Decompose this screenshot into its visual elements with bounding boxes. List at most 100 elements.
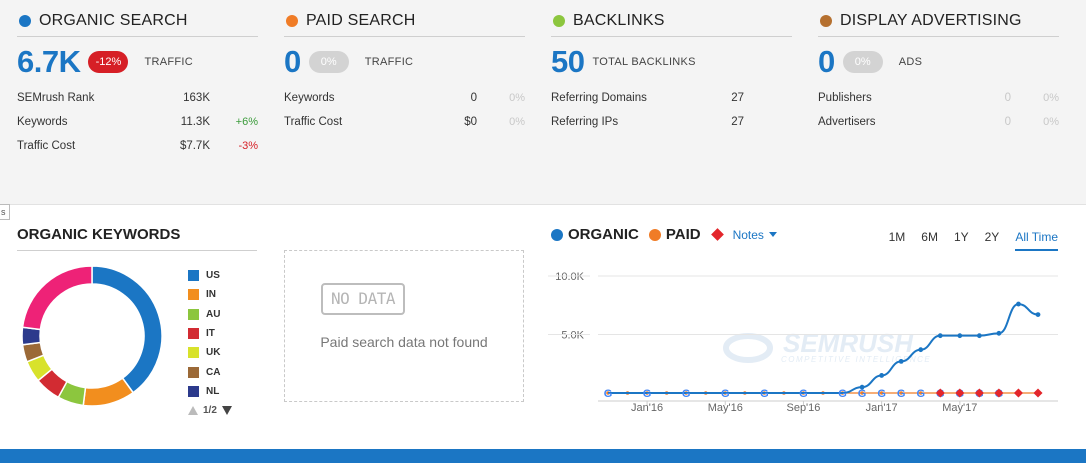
- panel-title[interactable]: PAID SEARCH: [306, 12, 415, 30]
- google-update-icon[interactable]: G: [799, 388, 808, 400]
- organic-point[interactable]: [1016, 301, 1021, 307]
- organic-point[interactable]: [976, 333, 982, 339]
- metric-label[interactable]: Referring IPs: [551, 110, 618, 134]
- google-update-icon[interactable]: G: [858, 388, 867, 400]
- section-divider: [17, 250, 257, 251]
- legend-item[interactable]: IN: [188, 285, 232, 304]
- metric-change: 0%: [509, 92, 525, 104]
- donut-slice[interactable]: [91, 265, 163, 394]
- google-update-icon[interactable]: G: [760, 388, 769, 400]
- metric-rows: Publishers 0 0% Advertisers 0 0%: [818, 86, 1059, 134]
- google-update-icon[interactable]: G: [604, 388, 613, 400]
- legend-label: IT: [206, 328, 215, 340]
- headline-label: TOTAL BACKLINKS: [592, 56, 696, 68]
- legend-item[interactable]: CA: [188, 362, 232, 381]
- panel-divider: [284, 36, 525, 37]
- trend-badge: 0%: [842, 51, 883, 73]
- metric-label[interactable]: Traffic Cost: [284, 110, 342, 134]
- legend-item[interactable]: AU: [188, 305, 232, 324]
- organic-point[interactable]: [879, 373, 885, 378]
- panel-headline: 6.7K -12% TRAFFIC: [17, 41, 258, 83]
- headline-value[interactable]: 0: [284, 44, 301, 80]
- donut-slice[interactable]: [82, 377, 135, 407]
- y-tick-label: 5.0K: [561, 330, 584, 342]
- organic-point[interactable]: [1035, 312, 1041, 318]
- headline-value[interactable]: 6.7K: [17, 44, 81, 80]
- trend-badge: -12%: [88, 51, 129, 73]
- summary-band: ORGANIC SEARCH 6.7K -12% TRAFFIC SEMrush Ran…: [0, 0, 1086, 205]
- headline-value[interactable]: 0: [818, 44, 835, 80]
- x-tick-label: Jan'17: [866, 402, 898, 414]
- legend-pager: 1/2: [188, 402, 232, 418]
- no-data-message: Paid search data not found: [320, 334, 488, 350]
- google-update-icon[interactable]: G: [877, 388, 886, 400]
- metric-value: 0: [1004, 92, 1011, 104]
- notes-diamond-icon: [710, 228, 724, 241]
- notes-label: Notes: [732, 227, 764, 242]
- legend-item[interactable]: US: [188, 266, 232, 285]
- metric-label[interactable]: Advertisers: [818, 110, 876, 134]
- watermark-tagline: COMPETITIVE INTELLIGENCE: [781, 355, 931, 364]
- y-tick-label: 10.0K: [555, 271, 584, 283]
- range-1m[interactable]: 1M: [889, 229, 906, 251]
- metric-label[interactable]: Keywords: [17, 110, 68, 134]
- range-1y[interactable]: 1Y: [954, 229, 969, 251]
- organic-point[interactable]: [918, 347, 924, 353]
- metric-row: Keywords 11.3K +6%: [17, 110, 258, 134]
- organic-point[interactable]: [898, 359, 904, 364]
- page-down-icon[interactable]: [221, 405, 232, 415]
- panel-header: DISPLAY ADVERTISING: [818, 12, 1059, 34]
- paid-dot-icon: [648, 228, 661, 241]
- legend-label: UK: [206, 347, 221, 359]
- organic-keywords-donut[interactable]: [20, 264, 170, 414]
- metric-label[interactable]: SEMrush Rank: [17, 86, 94, 110]
- google-update-icon[interactable]: G: [838, 388, 847, 400]
- watermark-brand: SEMRUSH: [783, 328, 914, 358]
- paid-legend-label[interactable]: PAID: [666, 226, 701, 243]
- metric-value: 27: [731, 116, 744, 128]
- range-6m[interactable]: 6M: [921, 229, 938, 251]
- metric-value: 11.3K: [180, 116, 210, 128]
- metric-label[interactable]: Traffic Cost: [17, 134, 75, 158]
- organic-point[interactable]: [937, 333, 943, 339]
- panel-title[interactable]: DISPLAY ADVERTISING: [840, 12, 1022, 30]
- metric-label[interactable]: Publishers: [818, 86, 872, 110]
- google-update-icon[interactable]: G: [897, 388, 906, 400]
- metric-change: -3%: [238, 140, 258, 152]
- google-update-icon[interactable]: G: [682, 388, 691, 400]
- donut-slice[interactable]: [21, 265, 93, 331]
- range-all-time[interactable]: All Time: [1015, 229, 1058, 251]
- page-up-icon[interactable]: [188, 405, 198, 415]
- traffic-chart[interactable]: SEMRUSHCOMPETITIVE INTELLIGENCE 10.0K 5.0K…: [548, 262, 1063, 422]
- metric-value: 0: [1004, 116, 1011, 128]
- organic-legend-label[interactable]: ORGANIC: [568, 226, 639, 243]
- no-data-stamp: NO DATA: [321, 283, 405, 315]
- metric-label[interactable]: Referring Domains: [551, 86, 647, 110]
- google-update-icon[interactable]: G: [643, 388, 652, 400]
- panel-title[interactable]: BACKLINKS: [573, 12, 665, 30]
- legend-item[interactable]: IT: [188, 324, 232, 343]
- metric-row: Keywords 0 0%: [284, 86, 525, 110]
- headline-label: ADS: [898, 56, 923, 68]
- legend-item[interactable]: UK: [188, 343, 232, 362]
- panel-title[interactable]: ORGANIC SEARCH: [39, 12, 188, 30]
- note-marker-icon[interactable]: [1033, 388, 1043, 398]
- paid-search-panel: PAID SEARCH 0 0% TRAFFIC Keywords 0 0% Traffic …: [284, 12, 525, 134]
- legend-item[interactable]: NL: [188, 382, 232, 401]
- organic-search-panel: ORGANIC SEARCH 6.7K -12% TRAFFIC SEMrush Ran…: [17, 12, 258, 158]
- metric-change: 0%: [509, 116, 525, 128]
- side-tab[interactable]: s: [0, 204, 10, 220]
- panel-divider: [551, 36, 792, 37]
- metric-row: Referring Domains 27: [551, 86, 792, 110]
- google-update-icon[interactable]: G: [916, 388, 925, 400]
- note-marker-icon[interactable]: [1013, 388, 1023, 398]
- metric-change: 0%: [1043, 92, 1059, 104]
- organic-point[interactable]: [957, 333, 963, 339]
- metric-value: 0: [470, 92, 477, 104]
- organic-point[interactable]: [996, 330, 1002, 336]
- notes-dropdown[interactable]: Notes: [710, 227, 777, 242]
- google-update-icon[interactable]: G: [721, 388, 730, 400]
- metric-label[interactable]: Keywords: [284, 86, 335, 110]
- range-2y[interactable]: 2Y: [985, 229, 1000, 251]
- headline-value[interactable]: 50: [551, 44, 585, 80]
